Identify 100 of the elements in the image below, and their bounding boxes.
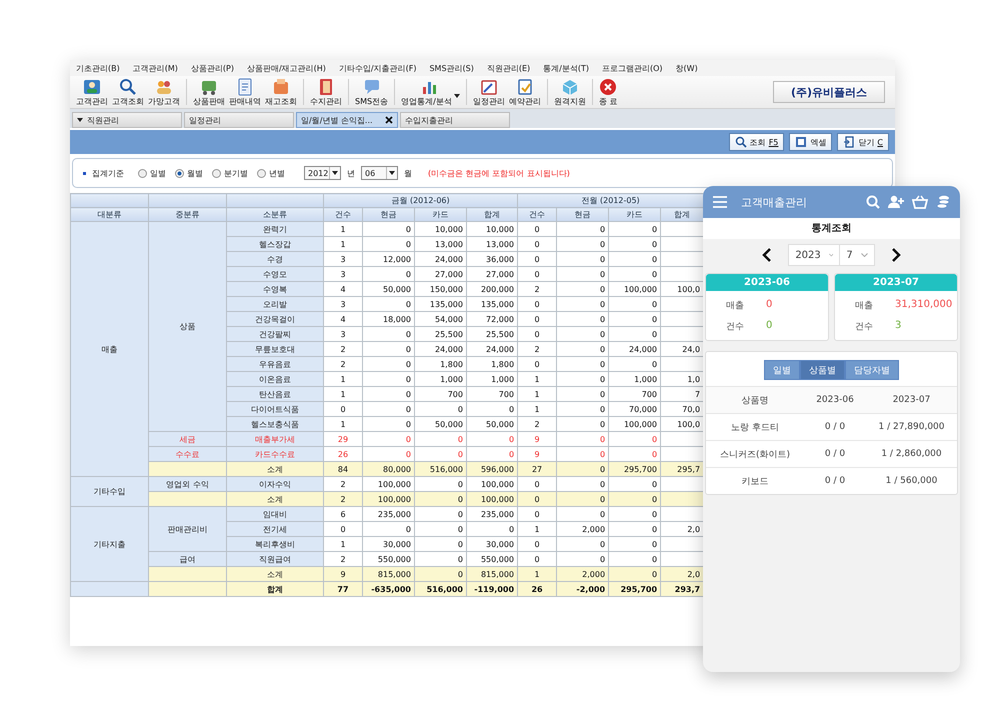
action-button[interactable]: 닫기 C [837,133,889,151]
table-cell: 2 [518,342,557,356]
tab[interactable]: 수입지출관리 [400,112,510,128]
column-header: 합계 [466,208,518,222]
table-cell: 1 [324,416,362,432]
chevron-left-icon[interactable] [762,248,772,262]
table-cell: 0 [556,506,609,522]
radio-option[interactable]: 월별 [175,168,203,178]
company-button[interactable]: (주)유비플러스 [773,81,885,103]
table-cell: 1 [518,522,557,536]
ledger-icon [317,78,335,96]
toolbar-button[interactable]: 예약관리 [506,78,543,106]
toolbar-button[interactable]: 일정관리 [470,78,507,106]
close-icon[interactable] [385,116,393,124]
toolbar-button[interactable]: 종 료 [596,78,620,106]
radio-option[interactable]: 년별 [257,168,285,178]
segment-tab[interactable]: 상품별 [800,360,845,380]
table-cell: 0 [362,386,414,402]
table-cell: 0 [362,326,414,342]
month-select[interactable]: 06 [361,166,398,180]
menu-item[interactable]: 기타수입/지출관리(F) [338,62,416,74]
table-cell: 0 [518,326,557,342]
menu-item[interactable]: 고객관리(M) [132,62,178,74]
toolbar-button[interactable]: 고객조회 [110,78,146,106]
toolbar-button[interactable]: 원격지원 [552,78,588,106]
toolbar-button[interactable]: SMS전송 [353,78,390,106]
table-cell: 550,000 [362,552,414,566]
table-cell: 0 [556,476,609,492]
table-cell: 0 [556,416,609,432]
toolbar-button[interactable]: 영업통계/분석 [399,78,462,106]
search-icon[interactable] [866,195,880,209]
menu-item[interactable]: SMS관리(S) [429,62,474,74]
table-cell: 0 [362,522,414,536]
menu-item[interactable]: 창(W) [676,62,698,74]
category-cell: 세금 [148,432,226,446]
toolbar-button[interactable]: 고객관리 [74,78,110,106]
table-cell: 3 [324,326,362,342]
table-cell: 1 [324,222,362,236]
add-user-icon[interactable] [888,195,904,209]
table-cell: 235,000 [466,506,518,522]
table-cell: 10,000 [466,222,518,236]
action-button[interactable]: 엑셀 [789,133,832,151]
table-cell: 1,000 [608,372,661,386]
menu-item[interactable]: 상품판매/재고관리(H) [246,62,326,74]
menu-icon[interactable] [713,196,727,208]
table-cell: 100,000 [608,282,661,296]
table-cell: 0 [608,356,661,372]
stat-label: 매출 [855,300,874,312]
table-cell: 0 [362,236,414,252]
basket-icon[interactable] [912,195,928,209]
box-icon [272,78,290,96]
table-cell: 293,7 [660,582,704,596]
table-cell: 0 [556,236,609,252]
menu-item[interactable]: 기초관리(B) [76,62,120,74]
table-cell: 50,000 [466,416,518,432]
table-cell: 50,000 [362,282,414,296]
column-header: 2023-06 [815,395,855,405]
table-cell: 0 [608,266,661,282]
table-cell: 건강목걸이 [226,312,324,326]
action-button[interactable]: 조회 F5 [728,133,784,151]
table-cell: 2,0 [660,566,704,582]
table-cell: 0 [556,326,609,342]
tab[interactable]: 직원관리 [72,112,182,128]
radio-option[interactable]: 분기별 [212,168,248,178]
stat-value: 0 [766,320,774,333]
toolbar-button[interactable]: 가망고객 [146,78,182,106]
menu-item[interactable]: 통계/분석(T) [543,62,589,74]
chevron-right-icon[interactable] [890,248,901,262]
tab[interactable]: 일정관리 [184,112,294,128]
year-select[interactable]: 2012 [304,166,341,180]
category-cell: 기타수입 [70,476,148,506]
table-cell: 27,000 [414,266,466,282]
menu-item[interactable]: 상품관리(P) [190,62,234,74]
table-cell: 0 [362,266,414,282]
table-cell: 10,000 [414,222,466,236]
coins-icon[interactable] [936,195,950,209]
toolbar-button[interactable]: 상품판매 [191,78,227,106]
table-cell: 295,700 [608,582,661,596]
menu-item[interactable]: 직원관리(E) [486,62,530,74]
table-cell: 0 [362,446,414,462]
toolbar-button[interactable]: 재고조회 [263,78,299,106]
table-cell: 0 [556,342,609,356]
caret-icon[interactable] [77,118,83,122]
column-header: 카드 [608,208,661,222]
toolbar-button[interactable]: 수지관리 [308,78,344,106]
toolbar-button[interactable]: 판매내역 [227,78,263,106]
table-cell: 0 [556,282,609,296]
table-cell: 소계 [226,566,324,582]
menu-item[interactable]: 프로그램관리(O) [602,62,663,74]
filter-note: (미수금은 현금에 포함되어 표시됩니다) [428,168,570,178]
table-cell-text: 키보드 [740,476,770,488]
table-cell: 0 [518,552,557,566]
table-cell: 무릎보호대 [226,342,324,356]
table-cell: 1 [324,536,362,552]
table-cell: 0 [362,342,414,356]
radio-option[interactable]: 일별 [138,168,166,178]
table-cell: 0 [466,402,518,416]
note-icon [516,78,534,96]
table-cell: 0 [556,462,609,476]
tab[interactable]: 일/월/년별 손익집... [296,112,398,128]
